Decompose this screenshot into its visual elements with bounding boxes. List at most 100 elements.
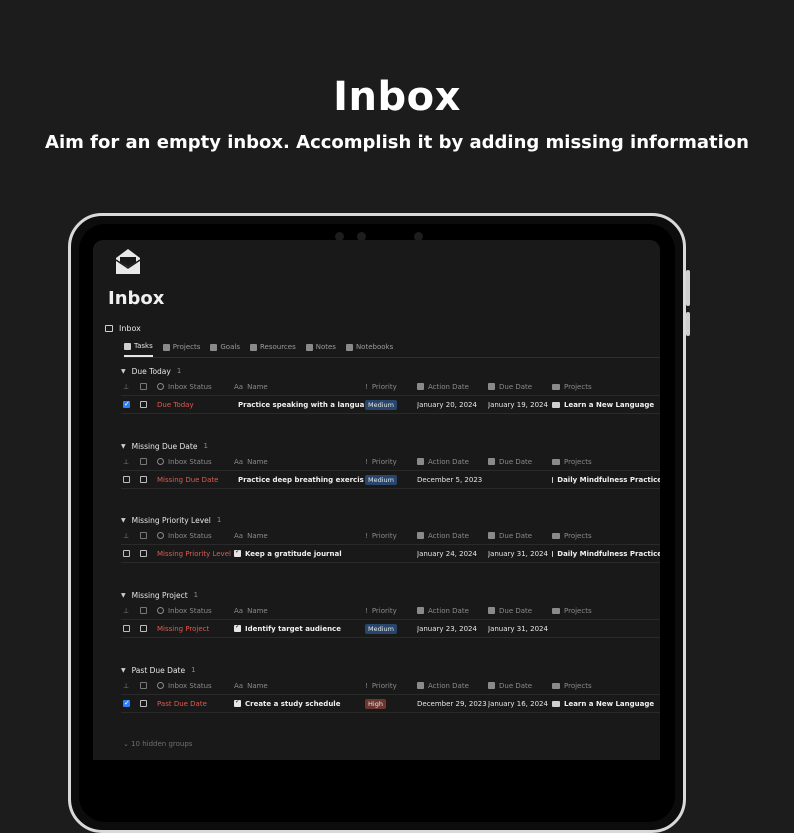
column-projects[interactable]: Projects bbox=[552, 602, 660, 619]
column-priority[interactable]: ! Priority bbox=[365, 527, 415, 544]
column-name[interactable]: Aa Name bbox=[234, 527, 364, 544]
tab-goals[interactable]: Goals bbox=[210, 341, 240, 357]
column-name[interactable]: Aa Name bbox=[234, 378, 364, 395]
priority-value[interactable]: Medium bbox=[365, 471, 415, 488]
checkbox[interactable] bbox=[140, 476, 147, 483]
checkbox[interactable] bbox=[140, 625, 147, 632]
priority-value[interactable] bbox=[365, 545, 415, 562]
done-checkbox[interactable] bbox=[140, 396, 152, 413]
inbox-status-value[interactable]: Due Today bbox=[157, 396, 231, 413]
database-title[interactable]: Inbox bbox=[105, 324, 141, 333]
project-value[interactable]: Daily Mindfulness Practice bbox=[552, 471, 660, 488]
tab-notes[interactable]: Notes bbox=[305, 341, 336, 357]
column-due-date[interactable]: Due Date bbox=[488, 602, 550, 619]
group-header[interactable]: ▼ Missing Priority Level 1 bbox=[121, 513, 660, 527]
table-row[interactable]: Missing Priority Level Keep a gratitude j… bbox=[121, 544, 660, 563]
tab-resources[interactable]: Resources bbox=[249, 341, 296, 357]
group-count: 1 bbox=[203, 442, 208, 450]
action-date-value[interactable]: December 5, 2023 bbox=[417, 471, 487, 488]
column-name[interactable]: Aa Name bbox=[234, 677, 364, 694]
checkbox[interactable] bbox=[140, 401, 147, 408]
pin-column-header: ⊥ bbox=[123, 378, 135, 395]
project-value[interactable]: Learn a New Language bbox=[552, 396, 660, 413]
pin-checkbox[interactable] bbox=[123, 396, 135, 413]
column-projects[interactable]: Projects bbox=[552, 527, 660, 544]
due-date-value[interactable]: January 16, 2024 bbox=[488, 695, 550, 712]
inbox-status-value[interactable]: Past Due Date bbox=[157, 695, 231, 712]
column-priority[interactable]: ! Priority bbox=[365, 677, 415, 694]
table-row[interactable]: Missing Due Date Practice deep breathing … bbox=[121, 470, 660, 489]
table-row[interactable]: Missing Project Identify target audience M… bbox=[121, 619, 660, 638]
column-action-date[interactable]: Action Date bbox=[417, 378, 487, 395]
column-inbox-status[interactable]: Inbox Status bbox=[157, 378, 231, 395]
table-row[interactable]: Past Due Date Create a study schedule High… bbox=[121, 694, 660, 713]
inbox-status-value[interactable]: Missing Priority Level bbox=[157, 545, 231, 562]
pin-checkbox[interactable] bbox=[123, 471, 135, 488]
checkbox[interactable] bbox=[123, 550, 130, 557]
checkbox[interactable] bbox=[123, 476, 130, 483]
inbox-status-value[interactable]: Missing Due Date bbox=[157, 471, 231, 488]
checkbox[interactable] bbox=[140, 550, 147, 557]
checkbox[interactable] bbox=[123, 400, 130, 408]
column-due-date[interactable]: Due Date bbox=[488, 527, 550, 544]
action-date-value[interactable]: December 29, 2023 bbox=[417, 695, 487, 712]
task-name[interactable]: Practice deep breathing exercises bbox=[234, 471, 364, 488]
done-checkbox[interactable] bbox=[140, 545, 152, 562]
column-name[interactable]: Aa Name bbox=[234, 453, 364, 470]
column-due-date[interactable]: Due Date bbox=[488, 677, 550, 694]
group-header[interactable]: ▼ Due Today 1 bbox=[121, 364, 660, 378]
pin-checkbox[interactable] bbox=[123, 620, 135, 637]
done-checkbox[interactable] bbox=[140, 620, 152, 637]
column-projects[interactable]: Projects bbox=[552, 677, 660, 694]
column-due-date[interactable]: Due Date bbox=[488, 453, 550, 470]
pin-checkbox[interactable] bbox=[123, 545, 135, 562]
task-name[interactable]: Keep a gratitude journal bbox=[234, 545, 364, 562]
column-action-date[interactable]: Action Date bbox=[417, 527, 487, 544]
due-date-value[interactable]: January 19, 2024 bbox=[488, 396, 550, 413]
column-inbox-status[interactable]: Inbox Status bbox=[157, 677, 231, 694]
inbox-status-value[interactable]: Missing Project bbox=[157, 620, 231, 637]
table-row[interactable]: Due Today Practice speaking with a langua… bbox=[121, 395, 660, 414]
task-name[interactable]: Identify target audience bbox=[234, 620, 364, 637]
column-due-date[interactable]: Due Date bbox=[488, 378, 550, 395]
column-priority[interactable]: ! Priority bbox=[365, 378, 415, 395]
checkbox[interactable] bbox=[140, 700, 147, 707]
group-header[interactable]: ▼ Missing Due Date 1 bbox=[121, 439, 660, 453]
column-priority[interactable]: ! Priority bbox=[365, 602, 415, 619]
tab-tasks[interactable]: Tasks bbox=[124, 341, 153, 357]
action-date-value[interactable]: January 24, 2024 bbox=[417, 545, 487, 562]
column-action-date[interactable]: Action Date bbox=[417, 677, 487, 694]
priority-value[interactable]: High bbox=[365, 695, 415, 712]
done-checkbox[interactable] bbox=[140, 471, 152, 488]
column-projects[interactable]: Projects bbox=[552, 453, 660, 470]
checkbox[interactable] bbox=[123, 699, 130, 707]
column-inbox-status[interactable]: Inbox Status bbox=[157, 602, 231, 619]
tab-projects[interactable]: Projects bbox=[162, 341, 200, 357]
due-date-value[interactable]: January 31, 2024 bbox=[488, 545, 550, 562]
priority-value[interactable]: Medium bbox=[365, 620, 415, 637]
action-date-value[interactable]: January 20, 2024 bbox=[417, 396, 487, 413]
group-header[interactable]: ▼ Past Due Date 1 bbox=[121, 663, 660, 677]
hidden-groups-toggle[interactable]: ⌄ 10 hidden groups bbox=[123, 740, 192, 748]
checkbox[interactable] bbox=[123, 625, 130, 632]
column-inbox-status[interactable]: Inbox Status bbox=[157, 453, 231, 470]
column-name[interactable]: Aa Name bbox=[234, 602, 364, 619]
column-inbox-status[interactable]: Inbox Status bbox=[157, 527, 231, 544]
action-date-value[interactable]: January 23, 2024 bbox=[417, 620, 487, 637]
column-action-date[interactable]: Action Date bbox=[417, 453, 487, 470]
due-date-value[interactable]: January 31, 2024 bbox=[488, 620, 550, 637]
project-value[interactable] bbox=[552, 620, 660, 637]
done-checkbox[interactable] bbox=[140, 695, 152, 712]
group-header[interactable]: ▼ Missing Project 1 bbox=[121, 588, 660, 602]
pin-checkbox[interactable] bbox=[123, 695, 135, 712]
tab-notebooks[interactable]: Notebooks bbox=[345, 341, 393, 357]
priority-value[interactable]: Medium bbox=[365, 396, 415, 413]
column-priority[interactable]: ! Priority bbox=[365, 453, 415, 470]
task-name[interactable]: Create a study schedule bbox=[234, 695, 364, 712]
task-name[interactable]: Practice speaking with a language bbox=[234, 396, 364, 413]
column-action-date[interactable]: Action Date bbox=[417, 602, 487, 619]
project-value[interactable]: Learn a New Language bbox=[552, 695, 660, 712]
project-value[interactable]: Daily Mindfulness Practice bbox=[552, 545, 660, 562]
due-date-value[interactable] bbox=[488, 471, 550, 488]
column-projects[interactable]: Projects bbox=[552, 378, 660, 395]
